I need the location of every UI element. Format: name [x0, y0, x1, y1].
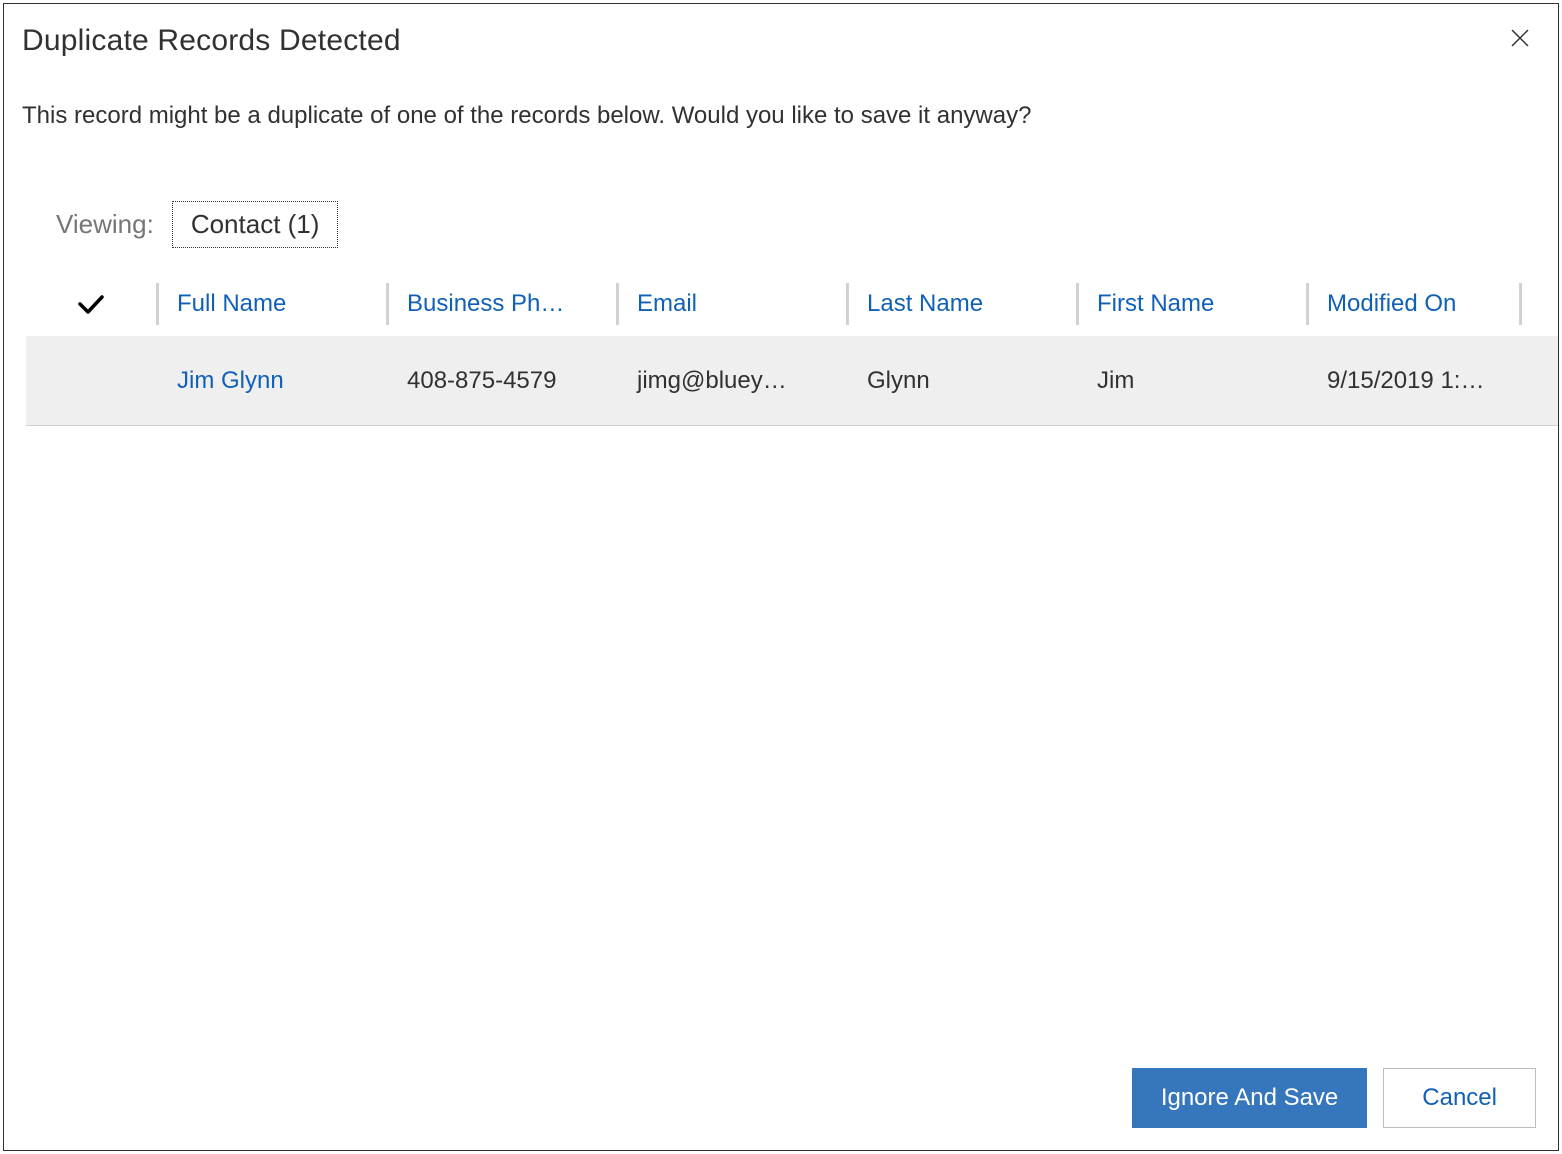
close-icon	[1510, 28, 1530, 48]
viewing-row: Viewing: Contact (1)	[4, 131, 1558, 248]
dialog-title: Duplicate Records Detected	[22, 24, 401, 58]
column-header-last-name[interactable]: Last Name	[849, 290, 1076, 318]
cancel-button[interactable]: Cancel	[1383, 1068, 1536, 1128]
viewing-label: Viewing:	[56, 209, 154, 240]
cell-email: jimg@bluey…	[619, 367, 846, 395]
cell-full-name[interactable]: Jim Glynn	[159, 367, 386, 395]
ignore-and-save-button[interactable]: Ignore And Save	[1132, 1068, 1367, 1128]
column-header-select[interactable]	[26, 293, 156, 315]
checkmark-icon	[77, 293, 105, 315]
column-header-first-name[interactable]: First Name	[1079, 290, 1306, 318]
dialog-footer: Ignore And Save Cancel	[4, 1068, 1558, 1150]
column-header-email[interactable]: Email	[619, 290, 846, 318]
cell-first-name: Jim	[1079, 367, 1306, 395]
table-row[interactable]: Jim Glynn 408-875-4579 jimg@bluey… Glynn…	[26, 336, 1558, 426]
duplicates-grid: Full Name Business Ph… Email Last Name F…	[4, 248, 1558, 1068]
close-button[interactable]	[1504, 22, 1536, 54]
cell-modified-on: 9/15/2019 1:…	[1309, 367, 1519, 395]
cell-last-name: Glynn	[849, 367, 1076, 395]
column-header-business-phone[interactable]: Business Ph…	[389, 290, 616, 318]
viewing-tab-contact[interactable]: Contact (1)	[172, 201, 339, 248]
grid-body: Jim Glynn 408-875-4579 jimg@bluey… Glynn…	[26, 336, 1558, 426]
cell-business-phone: 408-875-4579	[389, 367, 616, 395]
column-header-modified-on[interactable]: Modified On	[1309, 290, 1519, 318]
grid-header-row: Full Name Business Ph… Email Last Name F…	[26, 272, 1558, 336]
dialog-header: Duplicate Records Detected	[4, 4, 1558, 68]
column-header-full-name[interactable]: Full Name	[159, 290, 386, 318]
duplicate-records-dialog: Duplicate Records Detected This record m…	[3, 3, 1559, 1151]
dialog-message: This record might be a duplicate of one …	[4, 68, 1558, 131]
column-separator	[1519, 283, 1522, 325]
